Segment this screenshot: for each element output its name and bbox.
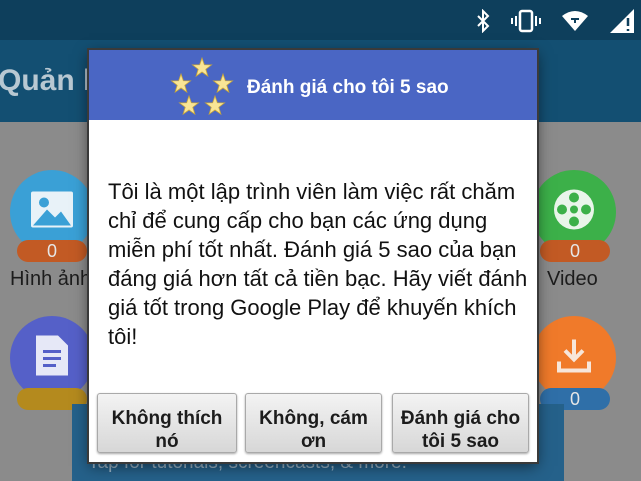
wifi-icon bbox=[561, 10, 589, 32]
image-icon bbox=[29, 190, 75, 235]
document-icon bbox=[34, 334, 70, 383]
status-bar bbox=[0, 0, 641, 40]
status-icons bbox=[475, 8, 635, 34]
no-thanks-button[interactable]: Không, cám ơn bbox=[245, 393, 382, 453]
dislike-button[interactable]: Không thích nó bbox=[97, 393, 237, 453]
download-icon bbox=[554, 336, 594, 381]
rate-dialog: Đánh giá cho tôi 5 sao Tôi là một lập tr… bbox=[89, 50, 537, 462]
dialog-title: Đánh giá cho tôi 5 sao bbox=[247, 77, 449, 98]
bluetooth-icon bbox=[475, 9, 491, 33]
video-label: Video bbox=[547, 268, 598, 290]
rate-five-stars-button[interactable]: Đánh giá cho tôi 5 sao bbox=[392, 393, 529, 453]
dialog-header: Đánh giá cho tôi 5 sao bbox=[89, 50, 537, 120]
dialog-message: Tôi là một lập trình viên làm việc rất c… bbox=[108, 179, 528, 349]
battery-icon bbox=[609, 8, 635, 34]
film-icon bbox=[551, 187, 597, 238]
five-stars-icon bbox=[167, 56, 237, 118]
video-count-badge: 0 bbox=[540, 240, 610, 262]
vibrate-icon bbox=[511, 9, 541, 33]
images-count-badge: 0 bbox=[17, 240, 87, 262]
images-label: Hình ảnh bbox=[10, 268, 92, 290]
